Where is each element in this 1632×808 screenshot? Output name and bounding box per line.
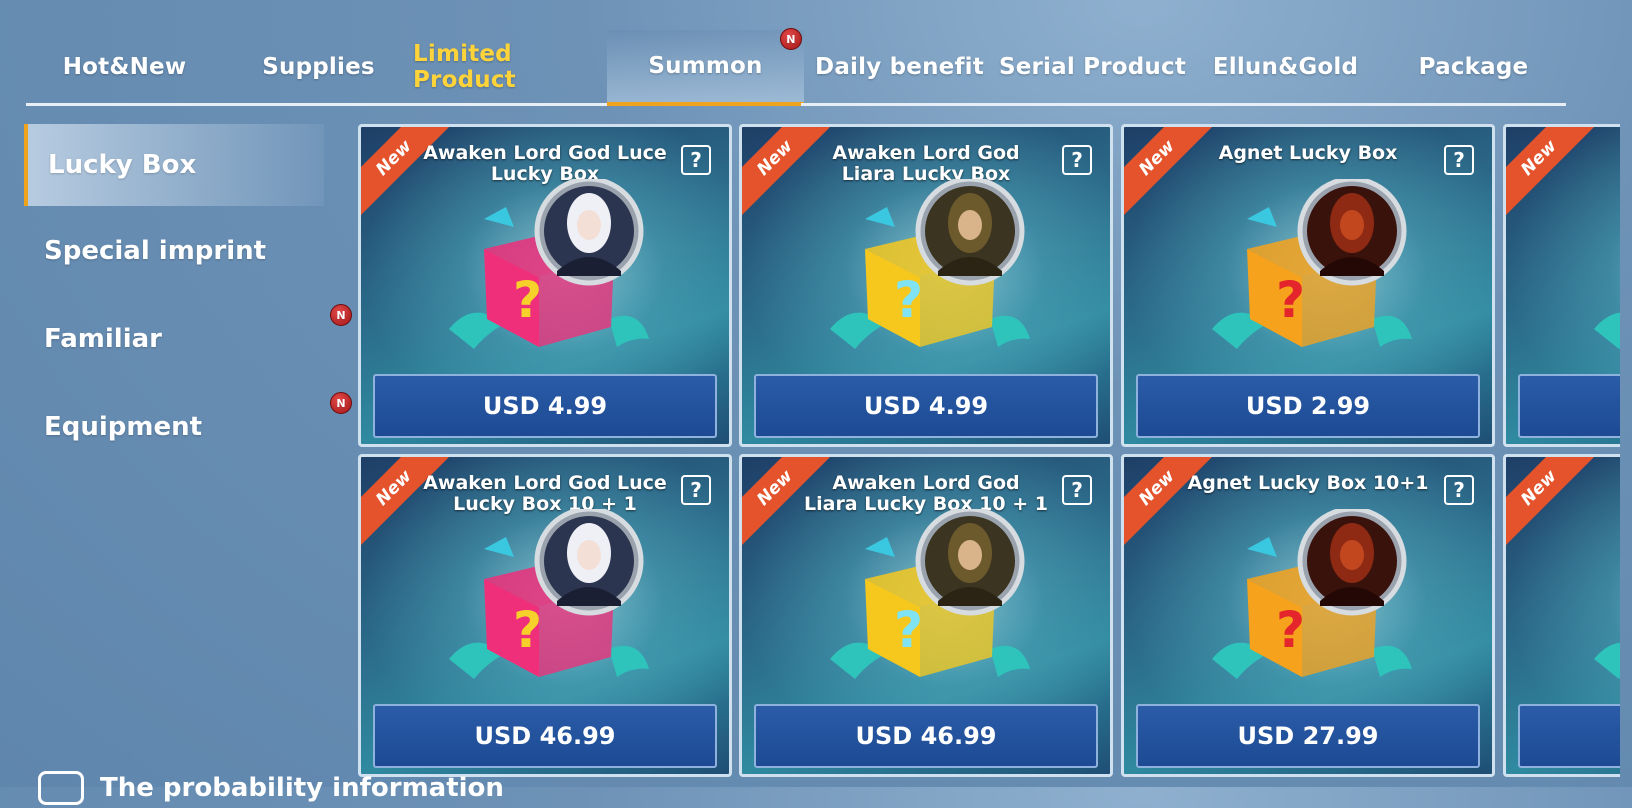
lucky-box-image: ? — [830, 509, 1030, 679]
lucky-box-image: ? — [1212, 509, 1412, 679]
character-portrait — [915, 509, 1025, 616]
price-label: USD 4.99 — [482, 392, 608, 420]
character-portrait — [915, 179, 1025, 286]
product-card[interactable]: New Gar ? ? — [1503, 454, 1620, 777]
ribbon-label: New — [1517, 466, 1561, 510]
svg-text:?: ? — [1276, 601, 1305, 659]
tab-label: Summon — [648, 53, 763, 79]
probability-info-link[interactable]: The probability information — [38, 768, 504, 808]
product-card[interactable]: New Agnet Lucky Box ? ? USD 2.99 — [1121, 124, 1495, 447]
tab-summon[interactable]: Summon N — [607, 28, 804, 106]
product-card[interactable]: New Awaken Lord God Liara Lucky Box 10 +… — [739, 454, 1113, 777]
product-card[interactable]: New Agnet Lucky Box 10+1 ? ? USD 27.99 — [1121, 454, 1495, 777]
help-icon[interactable]: ? — [1444, 475, 1474, 505]
character-portrait — [1297, 179, 1407, 286]
tab-limited-product[interactable]: Limited Product — [413, 30, 610, 106]
ribbon-decoration — [1594, 312, 1620, 349]
svg-text:?: ? — [894, 271, 923, 329]
product-title: Agnet Lucky Box — [1218, 142, 1398, 164]
new-badge-icon: N — [330, 392, 352, 414]
new-badge-icon: N — [330, 304, 352, 326]
buy-price-button[interactable]: USD 4.99 — [373, 374, 717, 438]
tab-label: Ellun&Gold — [1212, 53, 1359, 80]
character-portrait — [534, 509, 644, 616]
buy-price-button[interactable]: USD 46.99 — [754, 704, 1098, 768]
svg-text:?: ? — [513, 601, 542, 659]
price-label: USD 27.99 — [1237, 722, 1379, 750]
tab-label: Serial Product — [998, 53, 1187, 80]
buy-price-button[interactable]: USD 27.99 — [1136, 704, 1480, 768]
tab-daily-benefit[interactable]: Daily benefit — [801, 30, 998, 106]
ribbon-label: New — [372, 136, 416, 180]
ribbon-label: New — [1135, 466, 1179, 510]
side-item-label: Familiar — [44, 324, 162, 354]
side-item-equipment[interactable]: Equipment N — [24, 386, 352, 468]
tab-label: Hot&New — [62, 53, 187, 80]
tab-label: Limited Product — [413, 40, 516, 93]
ribbon-label: New — [1135, 136, 1179, 180]
price-label: USD 46.99 — [855, 722, 997, 750]
buy-price-button[interactable] — [1518, 704, 1620, 768]
ribbon-label: New — [1517, 136, 1561, 180]
product-title: G — [1568, 143, 1620, 164]
product-card[interactable]: New Awaken Lord God Luce Lucky Box ? ? U… — [358, 124, 732, 447]
ribbon-label: New — [753, 136, 797, 180]
tab-label: Daily benefit — [815, 53, 984, 80]
product-title: Gar — [1568, 473, 1620, 494]
side-item-label: Special imprint — [44, 236, 267, 266]
lucky-box-image: ? — [449, 509, 649, 679]
magnifier-icon — [38, 771, 84, 805]
svg-text:?: ? — [513, 271, 542, 329]
help-icon[interactable]: ? — [1444, 145, 1474, 175]
tab-serial-product[interactable]: Serial Product — [994, 30, 1191, 106]
side-item-label: Lucky Box — [48, 150, 197, 180]
help-icon[interactable]: ? — [681, 475, 711, 505]
svg-text:?: ? — [1276, 271, 1305, 329]
lucky-box-image: ? — [449, 179, 649, 349]
product-title: Agnet Lucky Box 10+1 — [1187, 472, 1429, 494]
tab-label: Package — [1418, 53, 1529, 80]
product-card[interactable]: New G ? ? — [1503, 124, 1620, 447]
ribbon-label: New — [372, 466, 416, 510]
price-label: USD 4.99 — [863, 392, 989, 420]
price-label: USD 2.99 — [1245, 392, 1371, 420]
character-portrait — [534, 179, 644, 286]
new-badge-icon: N — [780, 28, 802, 50]
price-label: USD 46.99 — [474, 722, 616, 750]
buy-price-button[interactable]: USD 2.99 — [1136, 374, 1480, 438]
side-item-special-imprint[interactable]: Special imprint — [24, 210, 324, 292]
lucky-box-image: ? — [830, 179, 1030, 349]
probability-info-label: The probability information — [100, 773, 504, 803]
buy-price-button[interactable]: USD 4.99 — [754, 374, 1098, 438]
side-item-label: Equipment — [44, 412, 203, 442]
lucky-box-image: ? — [1594, 642, 1620, 679]
help-icon[interactable]: ? — [1062, 475, 1092, 505]
character-portrait — [1297, 509, 1407, 616]
lucky-box-image: ? — [1212, 179, 1412, 349]
lucky-box-image: ? — [1594, 312, 1620, 349]
side-item-familiar[interactable]: Familiar N — [24, 298, 352, 380]
ribbon-label: New — [753, 466, 797, 510]
buy-price-button[interactable] — [1518, 374, 1620, 438]
tab-label: Supplies — [262, 53, 375, 80]
product-grid: New Awaken Lord God Luce Lucky Box ? ? U… — [358, 124, 1620, 787]
ribbon-decoration — [1594, 642, 1620, 679]
category-tabs: Hot&New Supplies Limited Product Summon … — [26, 28, 1621, 106]
help-icon[interactable]: ? — [681, 145, 711, 175]
tab-hot-new[interactable]: Hot&New — [26, 30, 223, 106]
buy-price-button[interactable]: USD 46.99 — [373, 704, 717, 768]
help-icon[interactable]: ? — [1062, 145, 1092, 175]
product-card[interactable]: New Awaken Lord God Luce Lucky Box 10 + … — [358, 454, 732, 777]
tab-package[interactable]: Package — [1381, 30, 1566, 106]
tab-ellun-gold[interactable]: Ellun&Gold — [1187, 30, 1384, 106]
side-item-lucky-box[interactable]: Lucky Box — [24, 124, 324, 206]
product-card[interactable]: New Awaken Lord God Liara Lucky Box ? ? — [739, 124, 1113, 447]
svg-text:?: ? — [894, 601, 923, 659]
tab-supplies[interactable]: Supplies — [220, 30, 417, 106]
